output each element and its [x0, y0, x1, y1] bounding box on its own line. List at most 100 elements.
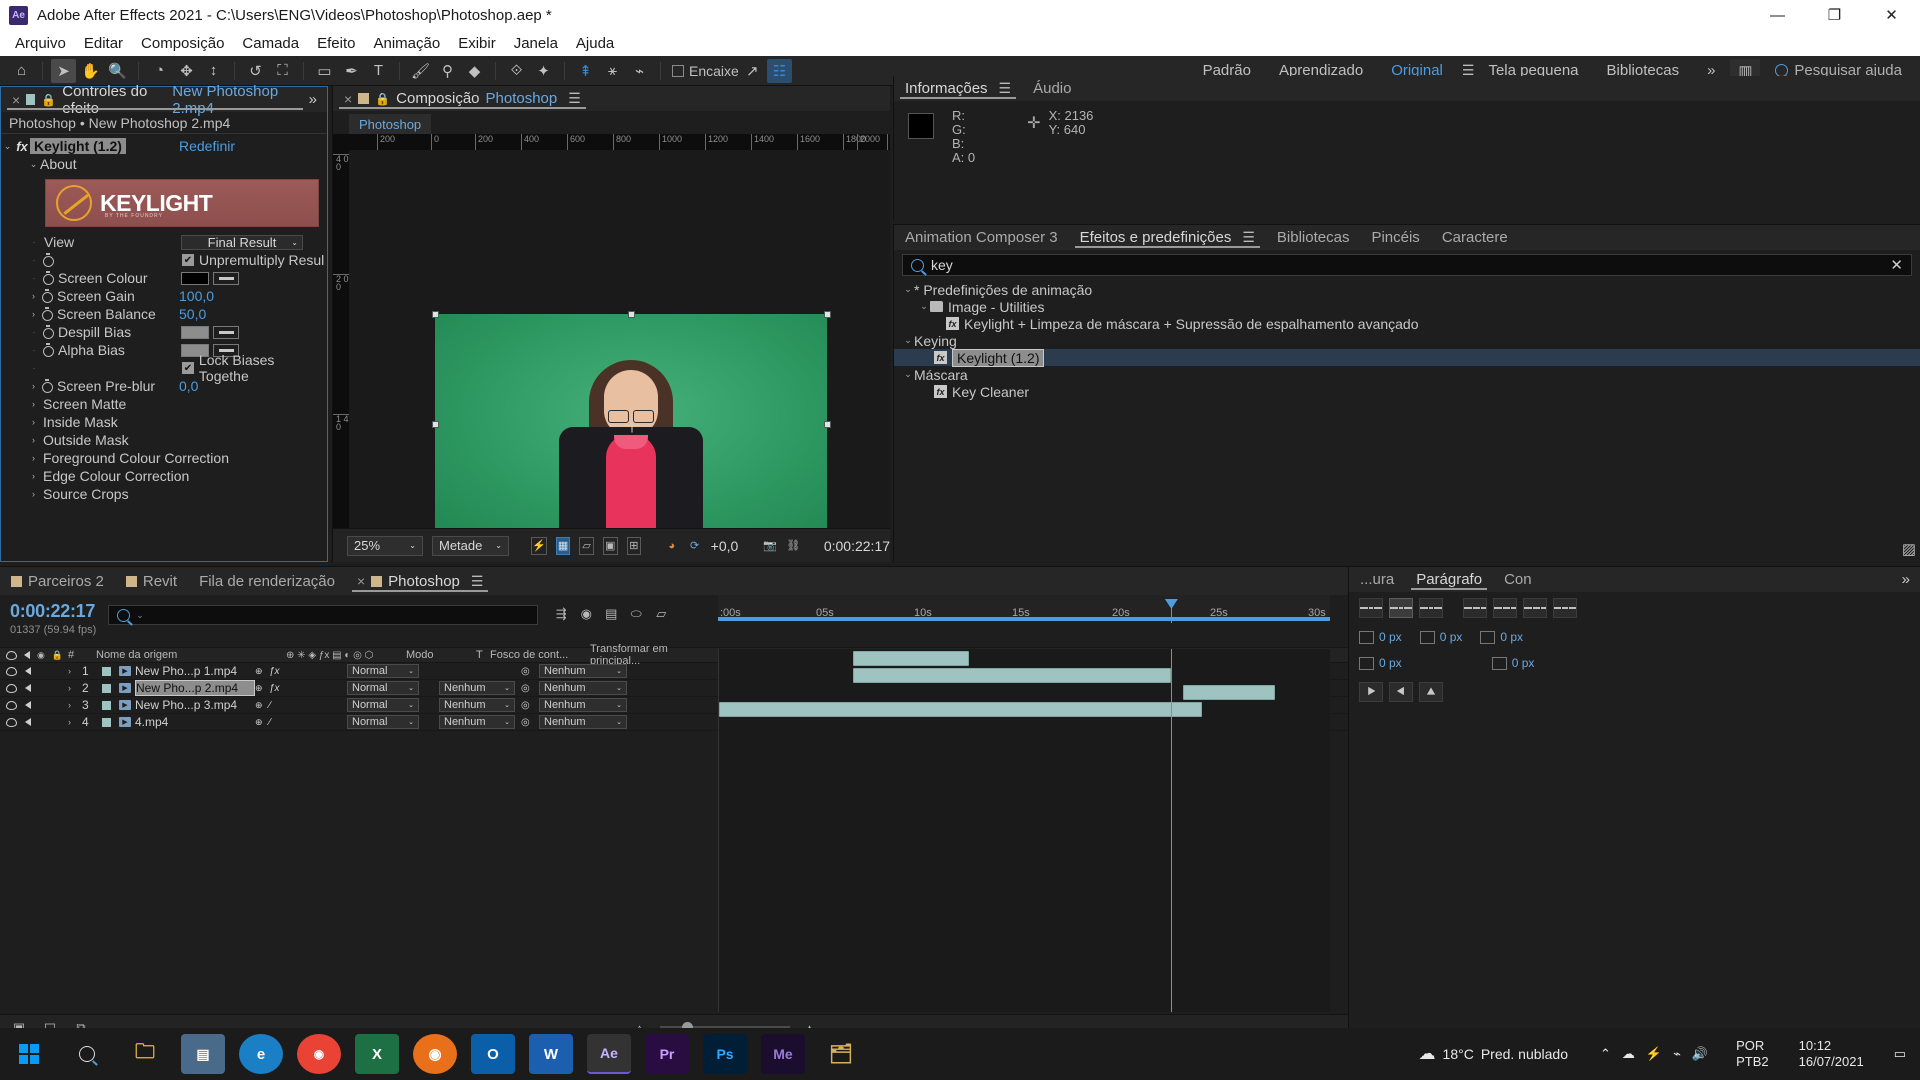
taskbar-app-firefox[interactable]: ◉ [406, 1028, 464, 1080]
group-source-crops[interactable]: › Source Crops [1, 485, 327, 503]
composition-breadcrumb[interactable]: Photoshop [349, 114, 432, 134]
layer-audio-icon[interactable] [25, 667, 31, 675]
align-left-icon[interactable] [1359, 598, 1383, 618]
screen-gain-value[interactable]: 100,0 [179, 288, 214, 304]
group-foreground-colour-correction[interactable]: › Foreground Colour Correction [1, 449, 327, 467]
maximize-button[interactable]: ❐ [1806, 0, 1863, 30]
about-group[interactable]: ⌄ About [1, 155, 327, 173]
lock-icon[interactable]: 🔒 [375, 92, 390, 106]
layer-matte-dropdown[interactable]: Nenhum ⌄ [439, 681, 515, 695]
panel-menu-icon[interactable]: ☰ [568, 90, 581, 107]
rotation-tool-icon[interactable]: ↺ [243, 59, 268, 83]
text-tool-icon[interactable]: T [366, 59, 391, 83]
menu-animacao[interactable]: Animação [364, 33, 449, 54]
tab-animation-composer[interactable]: Animation Composer 3 [894, 225, 1069, 250]
motion-blur-icon[interactable]: ◉ [575, 604, 597, 624]
snapshot-icon[interactable]: 📷 [763, 537, 777, 555]
tree-node-keying[interactable]: ⌄ Keying [894, 332, 1920, 349]
clone-stamp-icon[interactable]: ⚲ [435, 59, 460, 83]
indent-right-field[interactable]: 0 px [1419, 630, 1462, 644]
tab-caractere-partial[interactable]: ...ura [1349, 567, 1405, 592]
taskbar-app-explorer-window[interactable]: 🗂 [812, 1028, 870, 1080]
anchor-point-icon[interactable] [624, 417, 639, 432]
space-after-field[interactable]: 0 px [1491, 656, 1534, 670]
tab-bibliotecas[interactable]: Bibliotecas [1266, 225, 1361, 250]
layer-visibility-icon[interactable] [6, 683, 17, 693]
effects-panel-resize-icon[interactable]: ▨ [1902, 540, 1916, 558]
tree-node-keylight-12[interactable]: fx Keylight (1.2) [894, 348, 1920, 367]
start-button[interactable] [0, 1028, 58, 1080]
frame-blend-icon[interactable]: ▤ [600, 604, 622, 624]
region-of-interest-icon[interactable]: ▱ [579, 536, 594, 555]
taskbar-app-word[interactable]: W [522, 1028, 580, 1080]
paragraph-overflow[interactable]: » [1902, 571, 1920, 588]
layer-mode-dropdown[interactable]: Normal ⌄ [347, 681, 419, 695]
param-unpremultiply[interactable]: · ✔ Unpremultiply Resul [1, 251, 327, 269]
layer-name[interactable]: 4.mp4 [135, 715, 255, 729]
exposure-value[interactable]: +0,0 [711, 538, 739, 554]
twisty-icon[interactable]: › [27, 309, 40, 319]
param-despill-bias[interactable]: · Despill Bias [1, 323, 327, 341]
anchor-point-icon[interactable]: ⛶ [270, 59, 295, 83]
menu-exibir[interactable]: Exibir [449, 33, 505, 54]
layer-visibility-icon[interactable] [6, 666, 17, 676]
stopwatch-icon[interactable] [40, 307, 54, 321]
taskbar-app-premiere[interactable]: Pr [638, 1028, 696, 1080]
rectangle-tool-icon[interactable]: ▭ [312, 59, 337, 83]
tray-expand-icon[interactable]: ⌃ [1600, 1046, 1611, 1062]
layer-mode-dropdown[interactable]: Normal ⌄ [347, 715, 419, 729]
stopwatch-icon[interactable] [41, 343, 55, 357]
view-dropdown[interactable]: Final Result ⌄ [181, 234, 303, 250]
time-ruler[interactable]: :00s 05s 10s 15s 20s 25s 30s [718, 595, 1330, 623]
clock-widget[interactable]: 10:12 16/07/2021 [1799, 1038, 1864, 1070]
twisty-icon[interactable]: › [27, 381, 40, 391]
reset-link[interactable]: Redefinir [179, 138, 235, 154]
tab-effect-controls[interactable]: × 🔒 Controles do efeito New Photoshop 2.… [1, 83, 309, 117]
fast-preview-icon[interactable]: ⚡ [531, 536, 547, 555]
toggle-mask-icon[interactable]: ▣ [602, 536, 618, 555]
param-screen-preblur[interactable]: › Screen Pre-blur 0,0 [1, 377, 327, 395]
justify-last-right-icon[interactable] [1523, 598, 1547, 618]
stopwatch-icon[interactable] [40, 379, 54, 393]
show-snapshot-icon[interactable]: ⛓ [786, 537, 800, 555]
tab-pinceis[interactable]: Pincéis [1360, 225, 1430, 250]
layer-audio-icon[interactable] [25, 718, 31, 726]
layer-bar[interactable] [853, 668, 1172, 683]
taskbar-app-edge[interactable]: e [232, 1028, 290, 1080]
resolution-dropdown[interactable]: Metade ⌄ [432, 535, 509, 556]
effects-search-box[interactable]: ✕ [902, 254, 1912, 276]
tab-photoshop-timeline[interactable]: × Photoshop ☰ [346, 569, 494, 594]
selection-handle[interactable] [628, 311, 635, 318]
effect-controls-overflow[interactable]: » [309, 91, 327, 108]
justify-all-icon[interactable] [1553, 598, 1577, 618]
brush-tool-icon[interactable]: 🖌 [408, 59, 433, 83]
menu-efeito[interactable]: Efeito [308, 33, 364, 54]
ltr-direction-icon[interactable]: ⯈ [1359, 682, 1383, 702]
taskbar-app-photoshop[interactable]: Ps [696, 1028, 754, 1080]
text-direction-icon[interactable]: ⯅ [1419, 682, 1443, 702]
puppet-bend-icon[interactable]: ⌁ [627, 59, 652, 83]
stopwatch-icon[interactable] [41, 271, 55, 285]
tab-caractere[interactable]: Caractere [1431, 225, 1519, 250]
graph-editor-icon[interactable]: ⇶ [550, 604, 572, 624]
menu-janela[interactable]: Janela [505, 33, 567, 54]
selection-handle[interactable] [432, 311, 439, 318]
layer-matte-dropdown[interactable]: Nenhum ⌄ [439, 715, 515, 729]
param-screen-gain[interactable]: › Screen Gain 100,0 [1, 287, 327, 305]
twisty-icon[interactable]: › [27, 435, 40, 445]
composition-timecode[interactable]: 0:00:22:17 [824, 538, 890, 554]
layer-parent-dropdown[interactable]: Nenhum ⌄ [539, 715, 627, 729]
layer-parent-dropdown[interactable]: Nenhum ⌄ [539, 698, 627, 712]
selection-handle[interactable] [824, 421, 831, 428]
layer-name[interactable]: New Pho...p 1.mp4 [135, 664, 255, 678]
colour-management-icon[interactable]: ◕ [665, 537, 679, 555]
align-center-icon[interactable] [1389, 598, 1413, 618]
effect-header-keylight[interactable]: ⌄ fx Keylight (1.2) Redefinir [1, 137, 327, 155]
playhead[interactable] [1164, 599, 1178, 623]
twisty-icon[interactable]: › [27, 399, 40, 409]
layer-mode-dropdown[interactable]: Normal ⌄ [347, 664, 419, 678]
twisty-icon[interactable]: ⌄ [918, 301, 930, 312]
layer-name[interactable]: New Pho...p 2.mp4 [135, 680, 255, 696]
tab-paragrafo[interactable]: Parágrafo [1405, 567, 1493, 592]
tree-node-image-utilities[interactable]: ⌄ Image - Utilities [894, 298, 1920, 315]
